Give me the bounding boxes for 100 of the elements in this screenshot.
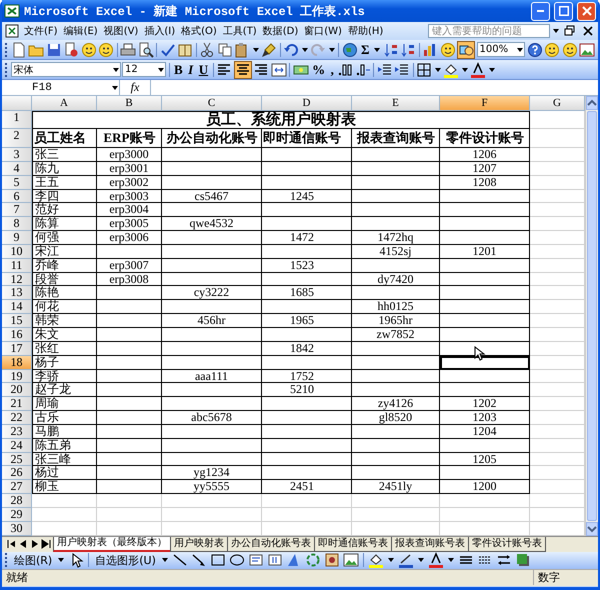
column-heading: 员工姓名: [32, 129, 97, 148]
table-cell: 马鹏: [32, 424, 97, 439]
row-header[interactable]: 21: [2, 397, 32, 412]
underline-button[interactable]: U: [196, 62, 210, 78]
table-cell: dy7420: [352, 272, 440, 286]
comma-button[interactable]: ,: [328, 62, 336, 78]
table-cell: 2451ly: [352, 480, 440, 494]
row-header[interactable]: 27: [2, 480, 32, 494]
table-cell: 1208: [440, 176, 530, 190]
table-cell: 杨子: [32, 356, 97, 370]
table-cell: 1201: [440, 244, 530, 259]
row-header[interactable]: 8: [2, 217, 32, 232]
row-header[interactable]: 12: [2, 272, 32, 286]
row-header[interactable]: 24: [2, 438, 32, 453]
column-header[interactable]: E: [352, 96, 440, 111]
menu-item[interactable]: 视图(V): [102, 24, 140, 38]
menu-item[interactable]: 帮助(H): [346, 24, 386, 38]
row-header[interactable]: 11: [2, 258, 32, 273]
row-header[interactable]: 18: [2, 356, 32, 370]
sheet-tab[interactable]: 办公自动化账号表: [227, 536, 315, 552]
insert-function-button[interactable]: fx: [120, 80, 151, 95]
row-header[interactable]: 26: [2, 466, 32, 480]
row-header[interactable]: 17: [2, 342, 32, 356]
row-header[interactable]: 13: [2, 286, 32, 300]
row-header[interactable]: 15: [2, 314, 32, 328]
table-cell: erp3005: [97, 217, 162, 232]
sheet-tab[interactable]: 用户映射表: [170, 536, 228, 552]
row-header[interactable]: 30: [2, 522, 32, 536]
menu-item[interactable]: 插入(I): [142, 24, 178, 38]
table-cell: 李四: [32, 190, 97, 204]
column-heading: 办公自动化账号: [162, 129, 262, 148]
row-header[interactable]: 1: [2, 111, 32, 129]
table-cell: 何强: [32, 231, 97, 245]
table-cell: 张三峰: [32, 452, 97, 466]
table-cell: yy5555: [162, 480, 262, 494]
table-cell: erp3006: [97, 231, 162, 245]
table-cell: zy4126: [352, 397, 440, 412]
bold-button[interactable]: B: [172, 62, 185, 78]
menu-item[interactable]: 编辑(E): [62, 24, 100, 38]
table-cell: cs5467: [162, 190, 262, 204]
row-header[interactable]: 14: [2, 300, 32, 314]
table-cell: 1200: [440, 480, 530, 494]
sheet-tab[interactable]: 用户映射表（最终版本）: [53, 536, 171, 552]
table-cell: 何花: [32, 300, 97, 314]
table-cell: 4152sj: [352, 244, 440, 259]
row-header[interactable]: 9: [2, 231, 32, 245]
help-search-field[interactable]: 键入需要帮助的问题: [428, 24, 550, 38]
sheet-tab[interactable]: 零件设计账号表: [468, 536, 546, 552]
table-cell: 1206: [440, 148, 530, 162]
table-cell: 1205: [440, 452, 530, 466]
table-cell: erp3003: [97, 190, 162, 204]
column-header[interactable]: A: [32, 96, 97, 111]
table-cell: 456hr: [162, 314, 262, 328]
sheet-tab[interactable]: 即时通信账号表: [314, 536, 392, 552]
menu-item[interactable]: 文件(F): [22, 24, 60, 38]
font-size-field[interactable]: 12: [122, 62, 166, 77]
row-header[interactable]: 19: [2, 370, 32, 384]
row-header[interactable]: 7: [2, 203, 32, 218]
table-cell: erp3001: [97, 162, 162, 176]
row-header[interactable]: 5: [2, 176, 32, 190]
column-header[interactable]: F: [440, 96, 530, 111]
table-cell: 陈五弟: [32, 438, 97, 453]
autoshapes-menu-button[interactable]: 自选图形(U): [93, 552, 158, 568]
sheet-tab[interactable]: 报表查询账号表: [391, 536, 469, 552]
column-heading: 即时通信账号: [262, 129, 352, 148]
row-header[interactable]: 22: [2, 411, 32, 425]
row-header[interactable]: 25: [2, 452, 32, 466]
column-header[interactable]: G: [530, 96, 585, 111]
zoom-field[interactable]: 100%: [476, 42, 525, 57]
table-cell: 张三: [32, 148, 97, 162]
name-box[interactable]: F18: [2, 80, 120, 95]
status-text: 就绪: [5, 570, 29, 586]
table-cell: erp3008: [97, 272, 162, 286]
row-header[interactable]: 29: [2, 508, 32, 522]
menu-item[interactable]: 格式(O): [179, 24, 219, 38]
autosum-button[interactable]: Σ: [359, 42, 372, 58]
percent-button[interactable]: %: [310, 62, 328, 78]
table-cell: 陈算: [32, 217, 97, 232]
row-header[interactable]: 20: [2, 383, 32, 398]
font-name-field[interactable]: 宋体: [10, 62, 120, 77]
column-header[interactable]: B: [97, 96, 162, 111]
row-header[interactable]: 28: [2, 494, 32, 508]
draw-menu-button[interactable]: 绘图(R): [12, 552, 54, 568]
row-header[interactable]: 2: [2, 129, 32, 148]
menu-item[interactable]: 窗口(W): [302, 24, 344, 38]
row-header[interactable]: 16: [2, 328, 32, 342]
row-header[interactable]: 23: [2, 424, 32, 439]
row-header[interactable]: 10: [2, 244, 32, 259]
row-header[interactable]: 3: [2, 148, 32, 162]
menu-item[interactable]: 数据(D): [260, 24, 300, 38]
table-cell: 杨过: [32, 466, 97, 480]
table-cell: 1523: [262, 258, 352, 273]
table-cell: zw7852: [352, 328, 440, 342]
row-header[interactable]: 4: [2, 162, 32, 176]
table-cell: 1685: [262, 286, 352, 300]
menu-item[interactable]: 工具(T): [220, 24, 259, 38]
row-header[interactable]: 6: [2, 190, 32, 204]
column-header[interactable]: C: [162, 96, 262, 111]
italic-button[interactable]: I: [186, 62, 196, 78]
column-header[interactable]: D: [262, 96, 352, 111]
